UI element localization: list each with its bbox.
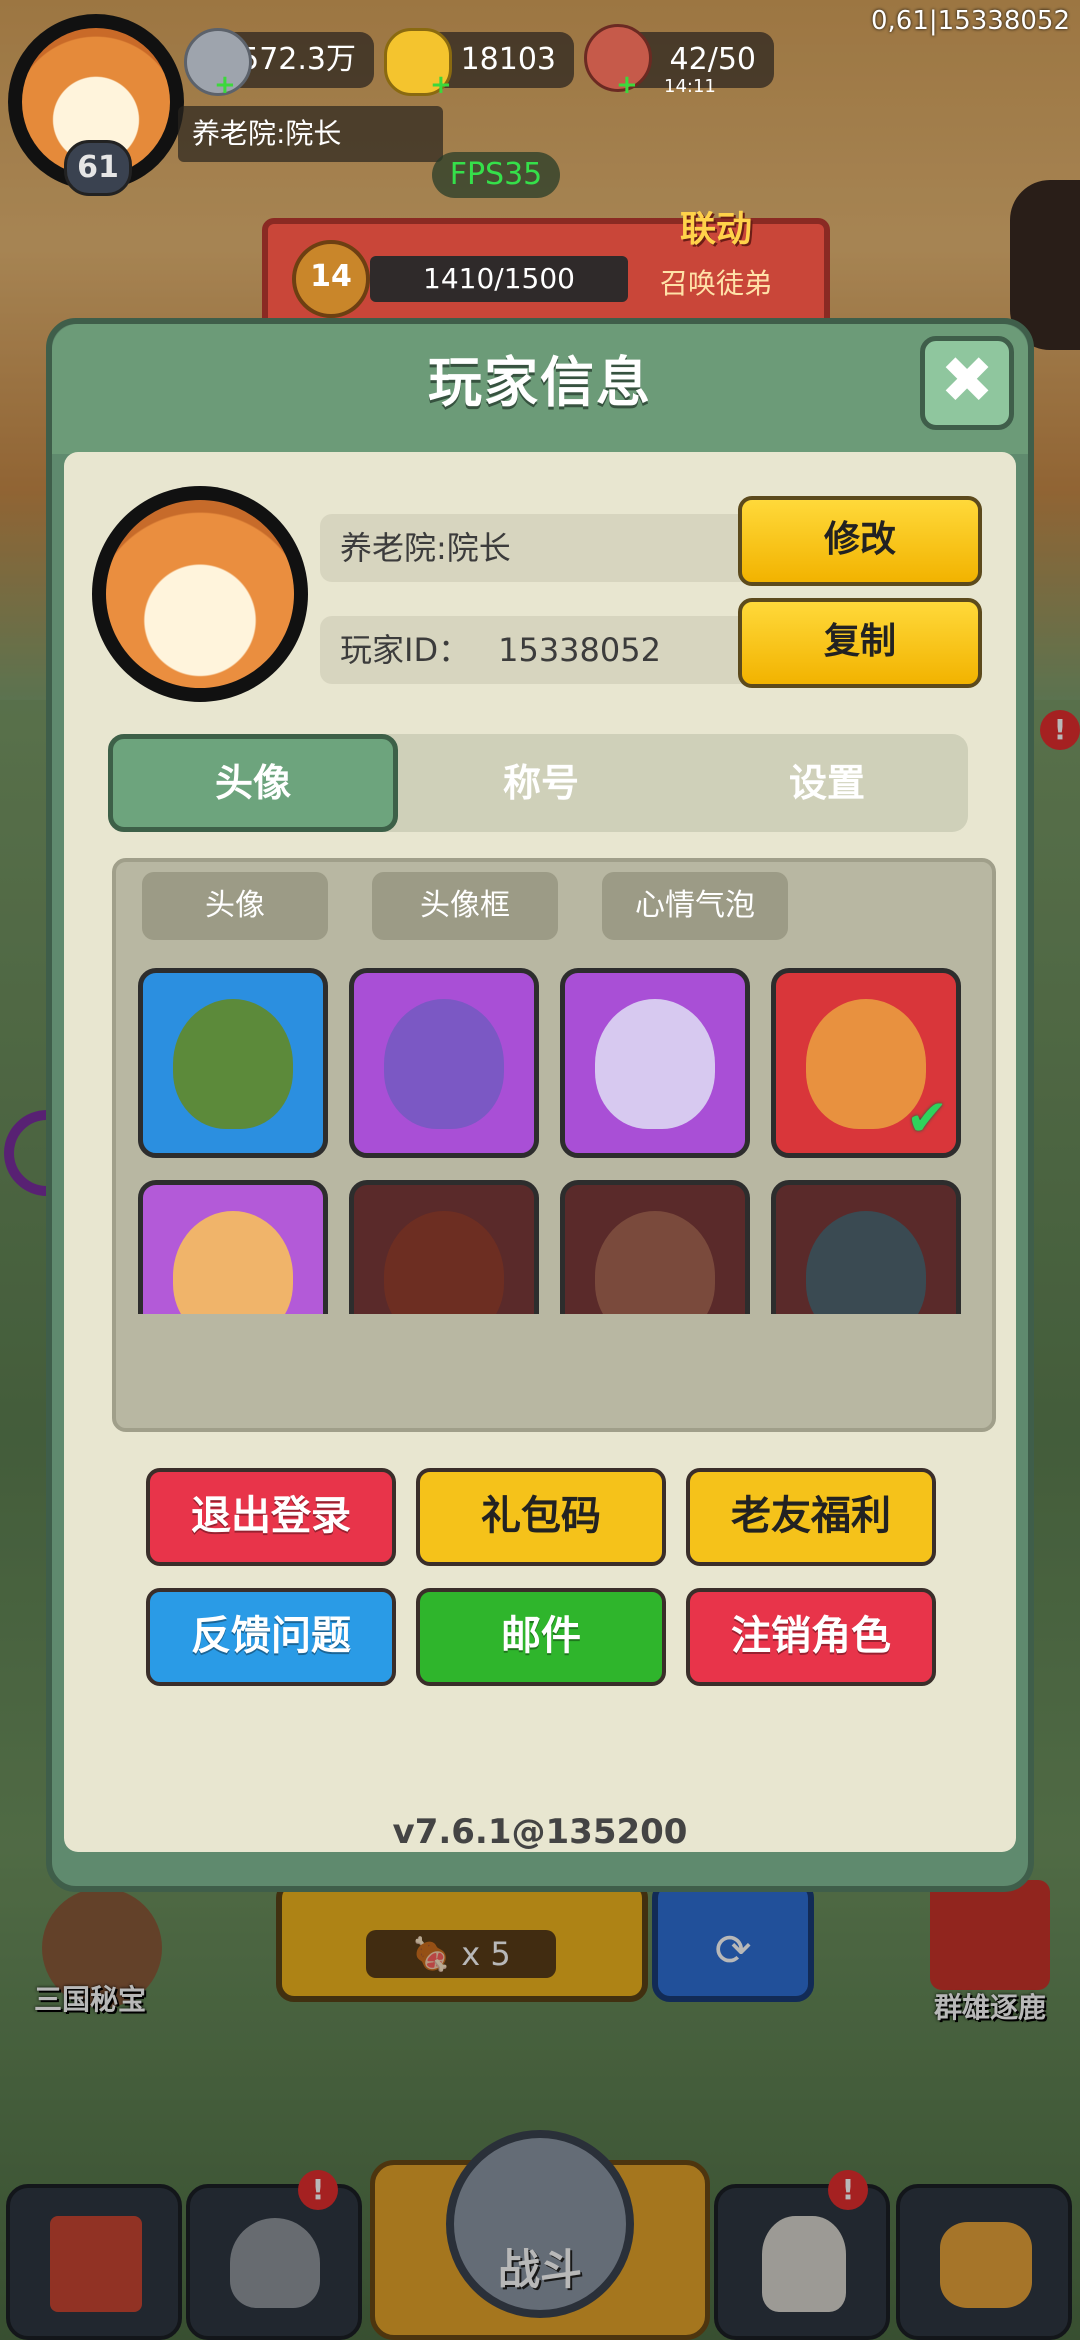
subtab-frame[interactable]: 头像框 xyxy=(372,872,558,940)
player-name-label: 养老院:院长 xyxy=(178,106,443,162)
close-icon: ✖ xyxy=(940,344,994,418)
modal-title: 玩家信息 xyxy=(428,351,652,414)
warrior-avatar-icon xyxy=(173,999,293,1129)
delete-character-button[interactable]: 注销角色 xyxy=(686,1588,936,1686)
player-name-field: 养老院:院长 xyxy=(320,514,760,582)
logout-button[interactable]: 退出登录 xyxy=(146,1468,396,1566)
avatar-option[interactable] xyxy=(138,968,328,1158)
old-friend-bonus-button[interactable]: 老友福利 xyxy=(686,1468,936,1566)
debug-readout: 0,61|15338052 xyxy=(871,6,1070,36)
stamina-value: 42/50 xyxy=(669,42,756,77)
corgi-avatar-icon xyxy=(106,500,294,688)
feedback-button[interactable]: 反馈问题 xyxy=(146,1588,396,1686)
subtab-avatar[interactable]: 头像 xyxy=(142,872,328,940)
queen-avatar-icon xyxy=(384,999,504,1129)
dragon-avatar-icon xyxy=(806,1211,926,1314)
avatar-option[interactable] xyxy=(138,1180,328,1314)
lucky-cat-avatar-icon xyxy=(173,1211,293,1314)
unicorn-avatar-icon xyxy=(595,999,715,1129)
tab-settings[interactable]: 设置 xyxy=(682,734,972,832)
selected-check-icon: ✔ xyxy=(906,1089,948,1147)
helmet-warrior-avatar-icon xyxy=(384,1211,504,1314)
add-silver-icon[interactable]: + xyxy=(214,70,236,100)
event-level: 14 xyxy=(292,240,370,318)
edit-name-button[interactable]: 修改 xyxy=(738,496,982,586)
avatar-option[interactable] xyxy=(560,1180,750,1314)
stamina-timer: 14:11 xyxy=(664,76,716,97)
event-title: 联动 xyxy=(680,209,753,250)
player-id-field: 玩家ID： 15338052 xyxy=(320,616,760,684)
avatar-grid: ✔ xyxy=(138,968,968,1314)
gold-value: 18103 xyxy=(460,42,556,77)
player-name-value: 养老院:院长 xyxy=(340,529,511,567)
avatar-option[interactable] xyxy=(771,1180,961,1314)
avatar-option[interactable] xyxy=(560,968,750,1158)
copy-id-button[interactable]: 复制 xyxy=(738,598,982,688)
avatar-option[interactable]: ✔ xyxy=(771,968,961,1158)
subtab-mood-bubble[interactable]: 心情气泡 xyxy=(602,872,788,940)
avatar-option[interactable] xyxy=(349,1180,539,1314)
profile-avatar[interactable] xyxy=(92,486,308,702)
event-progress: 1410/1500 xyxy=(370,256,628,302)
event-subtitle: 召唤徒弟 xyxy=(660,267,773,300)
white-cat-avatar-icon xyxy=(595,1211,715,1314)
close-button[interactable]: ✖ xyxy=(920,336,1014,430)
tab-title[interactable]: 称号 xyxy=(396,734,686,832)
version-label: v7.6.1@135200 xyxy=(392,1812,688,1852)
player-id-label: 玩家ID： xyxy=(340,631,471,669)
fps-counter: FPS35 xyxy=(432,152,560,198)
add-gold-icon[interactable]: + xyxy=(430,70,452,100)
add-stamina-icon[interactable]: + xyxy=(616,70,638,100)
mail-button[interactable]: 邮件 xyxy=(416,1588,666,1686)
player-level: 61 xyxy=(64,140,132,196)
player-id-value: 15338052 xyxy=(498,631,661,669)
silver-value: 572.3万 xyxy=(240,42,356,77)
avatar-option[interactable] xyxy=(349,968,539,1158)
tab-avatar[interactable]: 头像 xyxy=(108,734,398,832)
gift-code-button[interactable]: 礼包码 xyxy=(416,1468,666,1566)
